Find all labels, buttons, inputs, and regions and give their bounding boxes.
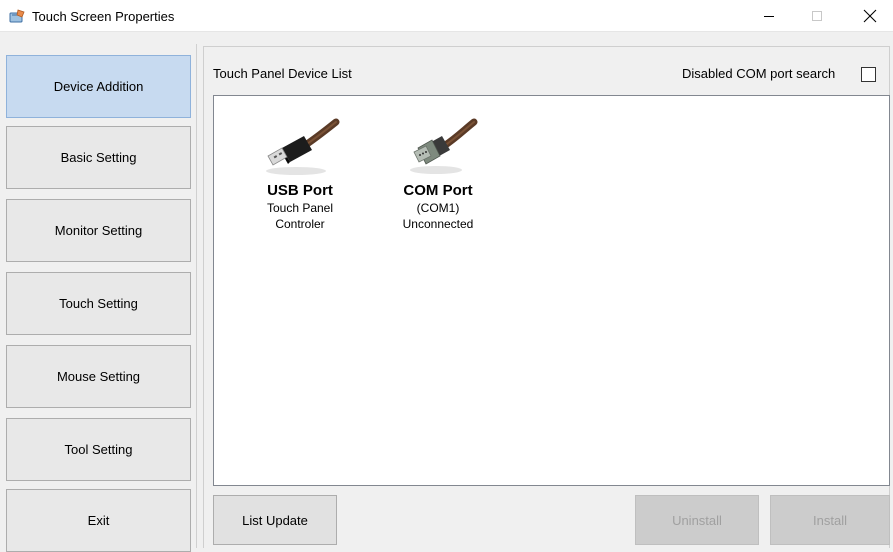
device-name: COM Port	[403, 182, 473, 199]
touch-screen-app-icon	[9, 9, 25, 23]
sidebar-item-label: Device Addition	[53, 79, 144, 94]
list-update-button[interactable]: List Update	[213, 495, 337, 545]
minimize-button[interactable]	[746, 0, 792, 32]
sidebar-item-exit[interactable]: Exit	[6, 489, 191, 552]
close-icon	[863, 9, 877, 23]
com-search-label: Disabled COM port search	[682, 66, 836, 81]
device-com-port[interactable]: COM Port (COM1) Unconnected	[383, 116, 493, 231]
sidebar-item-label: Basic Setting	[60, 150, 137, 165]
sidebar-item-tool-setting[interactable]: Tool Setting	[6, 418, 191, 481]
install-button[interactable]: Install	[770, 495, 890, 545]
uninstall-button[interactable]: Uninstall	[635, 495, 759, 545]
device-usb-port[interactable]: USB Port Touch Panel Controler	[245, 116, 355, 231]
window-title: Touch Screen Properties	[32, 9, 175, 24]
uninstall-label: Uninstall	[672, 512, 722, 528]
device-desc-line2: Unconnected	[402, 217, 474, 231]
device-list-label: Touch Panel Device List	[213, 66, 352, 81]
sidebar-item-device-addition[interactable]: Device Addition	[6, 55, 191, 118]
title-bar[interactable]: Touch Screen Properties	[0, 0, 893, 32]
usb-cable-icon	[266, 118, 340, 175]
close-button[interactable]	[847, 0, 893, 32]
sidebar-item-label: Mouse Setting	[56, 369, 141, 384]
device-list[interactable]: USB Port Touch Panel Controler COM Port …	[213, 95, 890, 486]
install-label: Install	[813, 512, 847, 528]
device-name: USB Port	[267, 182, 333, 199]
com-cable-icon	[410, 118, 478, 174]
maximize-button[interactable]	[794, 0, 840, 32]
touch-screen-properties-window: Touch Screen Properties Device Addition …	[0, 0, 893, 552]
sidebar-item-mouse-setting[interactable]: Mouse Setting	[6, 345, 191, 408]
maximize-icon	[812, 11, 822, 21]
sidebar-item-touch-setting[interactable]: Touch Setting	[6, 272, 191, 335]
device-desc-line2: Controler	[275, 217, 325, 231]
list-update-label: List Update	[242, 512, 308, 528]
device-desc-line1: (COM1)	[416, 201, 460, 215]
minimize-icon	[764, 16, 774, 17]
sidebar-item-label: Touch Setting	[59, 296, 138, 311]
sidebar-item-label: Monitor Setting	[54, 223, 143, 238]
com-search-checkbox[interactable]	[861, 67, 876, 82]
sidebar-item-basic-setting[interactable]: Basic Setting	[6, 126, 191, 189]
sidebar-item-label: Exit	[87, 513, 110, 528]
sidebar-item-label: Tool Setting	[64, 442, 133, 457]
device-desc-line1: Touch Panel	[266, 201, 334, 215]
sidebar-item-monitor-setting[interactable]: Monitor Setting	[6, 199, 191, 262]
